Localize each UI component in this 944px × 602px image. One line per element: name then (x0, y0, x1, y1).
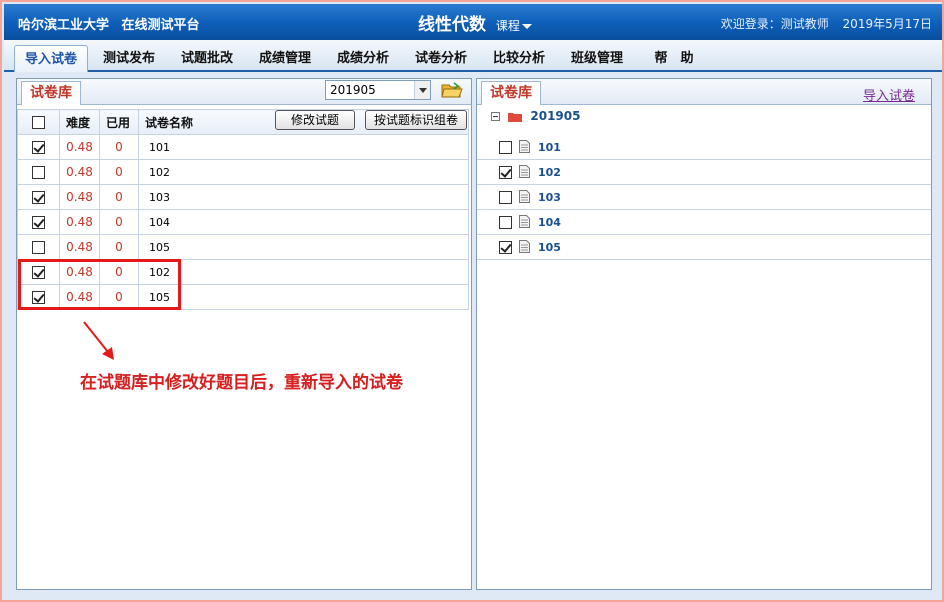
collapse-icon[interactable] (491, 112, 500, 121)
row-difficulty: 0.48 (59, 134, 100, 160)
tab-grade-questions[interactable]: 试题批改 (172, 45, 242, 72)
import-paper-link[interactable]: 导入试卷 (863, 85, 915, 104)
row-difficulty: 0.48 (59, 209, 100, 235)
welcome-text: 欢迎登录：测试教师 (720, 17, 829, 31)
row-checkbox[interactable] (32, 141, 45, 154)
row-checkbox[interactable] (32, 216, 45, 229)
tree-item-label[interactable]: 103 (538, 191, 561, 204)
brand: 哈尔滨工业大学 在线测试平台 (18, 14, 200, 33)
row-paper-name: 104 (138, 209, 469, 235)
col-paper-name-label: 试卷名称 (145, 115, 194, 130)
year-select[interactable]: 201905 (325, 80, 431, 100)
tree-item-checkbox[interactable] (499, 166, 512, 179)
row-used: 0 (99, 159, 139, 185)
current-date: 2019年5月17日 (842, 17, 932, 31)
table-row[interactable]: 0.48 0 101 (17, 134, 469, 160)
chevron-down-icon (521, 24, 532, 29)
table-row[interactable]: 0.48 0 104 (17, 209, 469, 235)
col-difficulty: 难度 (59, 109, 100, 135)
document-icon (519, 165, 530, 178)
tree-item[interactable]: 105 (477, 235, 931, 260)
course-title: 线性代数 (418, 15, 486, 35)
row-used: 0 (99, 234, 139, 260)
right-panel-title: 试卷库 (481, 81, 541, 105)
platform-name: 在线测试平台 (121, 18, 200, 33)
tree-item-checkbox[interactable] (499, 191, 512, 204)
col-used: 已用 (99, 109, 139, 135)
tree-item[interactable]: 101 (477, 135, 931, 160)
select-all-checkbox[interactable] (32, 116, 45, 129)
row-checkbox[interactable] (32, 241, 45, 254)
row-checkbox-cell (17, 134, 60, 160)
table-row[interactable]: 0.48 0 102 (17, 159, 469, 185)
main-nav: 导入试卷 测试发布 试题批改 成绩管理 成绩分析 试卷分析 比较分析 班级管理 … (4, 40, 942, 72)
right-panel-header: 试卷库 导入试卷 (477, 79, 931, 105)
folder-open-icon[interactable] (441, 81, 463, 99)
row-paper-name: 103 (138, 184, 469, 210)
tree-item[interactable]: 102 (477, 160, 931, 185)
tree-folder-label: 201905 (530, 109, 581, 123)
welcome-info: 欢迎登录：测试教师 2019年5月17日 (721, 15, 932, 32)
row-checkbox-cell (17, 184, 60, 210)
tree-folder[interactable]: 201905 (491, 109, 580, 123)
tab-paper-analysis[interactable]: 试卷分析 (406, 45, 476, 72)
document-icon (519, 215, 530, 228)
left-panel-title: 试卷库 (21, 81, 81, 105)
row-checkbox-cell (17, 209, 60, 235)
folder-icon (508, 113, 523, 122)
row-checkbox-cell (17, 234, 60, 260)
chevron-down-icon (414, 81, 430, 99)
university-name: 哈尔滨工业大学 (18, 18, 110, 33)
arrow-down-right-icon (83, 321, 114, 360)
row-paper-name: 105 (138, 284, 469, 310)
left-panel-header: 试卷库 201905 (17, 79, 471, 105)
tab-class-management[interactable]: 班级管理 (562, 45, 632, 72)
document-icon (519, 240, 530, 253)
tab-help[interactable]: 帮 助 (644, 45, 704, 72)
table-row[interactable]: 0.48 0 105 (17, 234, 469, 260)
tab-score-management[interactable]: 成绩管理 (250, 45, 320, 72)
year-select-value: 201905 (330, 83, 376, 97)
tab-score-analysis[interactable]: 成绩分析 (328, 45, 398, 72)
table-row[interactable]: 0.48 0 103 (17, 184, 469, 210)
document-icon (519, 140, 530, 153)
compose-by-id-button[interactable]: 按试题标识组卷 (365, 110, 467, 130)
tree-item[interactable]: 104 (477, 210, 931, 235)
tree-item-label[interactable]: 105 (538, 241, 561, 254)
tree-item[interactable]: 103 (477, 185, 931, 210)
row-used: 0 (99, 134, 139, 160)
row-difficulty: 0.48 (59, 184, 100, 210)
highlight-box (18, 259, 181, 310)
row-paper-name: 105 (138, 234, 469, 260)
row-checkbox[interactable] (32, 166, 45, 179)
course-menu-label: 课程 (495, 19, 520, 33)
course-selector: 线性代数 课程 (418, 10, 532, 35)
tree-item-checkbox[interactable] (499, 216, 512, 229)
tab-compare-analysis[interactable]: 比较分析 (484, 45, 554, 72)
tree-item-label[interactable]: 101 (538, 141, 561, 154)
right-paper-library-panel: 试卷库 导入试卷 201905 101 102 103 104 105 (476, 78, 932, 590)
row-checkbox-cell (17, 159, 60, 185)
select-all-cell (17, 109, 60, 135)
tree-item-label[interactable]: 104 (538, 216, 561, 229)
top-header: 哈尔滨工业大学 在线测试平台 线性代数 课程 欢迎登录：测试教师 2019年5月… (4, 4, 942, 40)
row-used: 0 (99, 209, 139, 235)
document-icon (519, 190, 530, 203)
tree-item-checkbox[interactable] (499, 241, 512, 254)
row-paper-name: 102 (138, 159, 469, 185)
tree-item-checkbox[interactable] (499, 141, 512, 154)
tab-import-paper[interactable]: 导入试卷 (14, 45, 88, 72)
tab-publish-test[interactable]: 测试发布 (94, 45, 164, 72)
row-used: 0 (99, 184, 139, 210)
app-frame: 哈尔滨工业大学 在线测试平台 线性代数 课程 欢迎登录：测试教师 2019年5月… (0, 0, 944, 602)
row-paper-name: 102 (138, 259, 469, 285)
course-menu[interactable]: 课程 (496, 19, 532, 33)
tree-item-label[interactable]: 102 (538, 166, 561, 179)
row-difficulty: 0.48 (59, 234, 100, 260)
edit-questions-button[interactable]: 修改试题 (275, 110, 355, 130)
row-paper-name: 101 (138, 134, 469, 160)
row-difficulty: 0.48 (59, 159, 100, 185)
annotation-note: 在试题库中修改好题目后，重新导入的试卷 (80, 373, 403, 393)
row-checkbox[interactable] (32, 191, 45, 204)
